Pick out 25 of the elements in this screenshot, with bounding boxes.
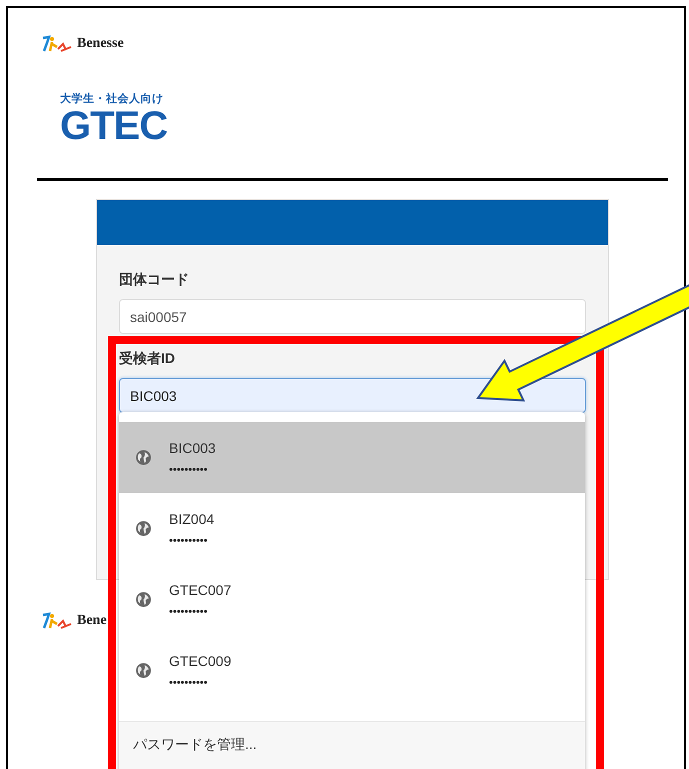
saved-login-item[interactable]: BIZ004 •••••••••• [119, 493, 585, 564]
globe-icon [135, 520, 152, 537]
masked-password: •••••••••• [169, 676, 209, 688]
globe-icon [135, 449, 152, 466]
masked-password: •••••••••• [169, 534, 209, 546]
field-label: 受検者ID [119, 350, 176, 368]
brand-name: Bene [77, 613, 107, 629]
username-text: BIC003 [169, 440, 216, 456]
saved-login-item[interactable]: BIC003 •••••••••• [119, 422, 585, 493]
masked-password: •••••••••• [169, 606, 209, 618]
manage-passwords-item[interactable]: パスワードを管理... [119, 721, 585, 769]
username-text: GTEC007 [169, 582, 232, 598]
field-label: 団体コード [119, 271, 190, 289]
saved-login-item[interactable]: GTEC009 •••••••••• [119, 635, 585, 706]
logo-subtitle: 大学生・社会人向け [60, 92, 164, 106]
username-text: BIZ004 [169, 510, 214, 526]
saved-login-item[interactable]: GTEC007 •••••••••• [119, 564, 585, 635]
product-logo: GTEC [60, 106, 168, 146]
masked-password: •••••••••• [169, 464, 209, 476]
globe-icon [135, 591, 152, 608]
input-field[interactable]: BIC003 [119, 378, 586, 413]
username-text: GTEC009 [169, 652, 232, 668]
input-field[interactable]: sai00057 [119, 299, 586, 334]
brand-name: Benesse [77, 36, 124, 52]
globe-icon [135, 662, 152, 679]
